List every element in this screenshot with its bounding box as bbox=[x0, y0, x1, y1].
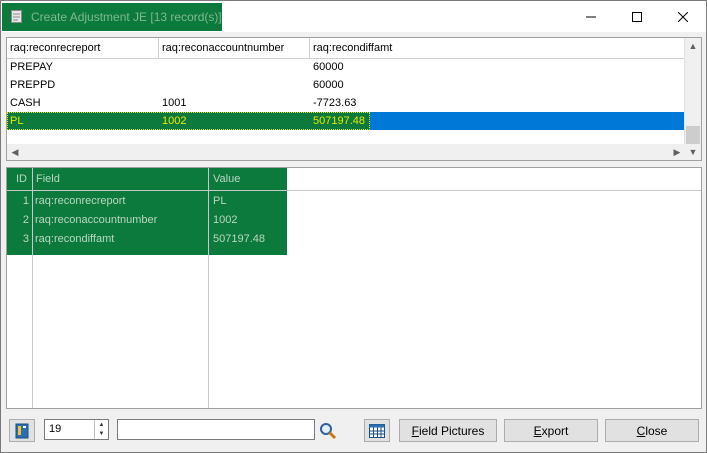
table-row[interactable]: 2 raq:reconaccountnumber 1002 bbox=[7, 211, 287, 230]
table-row-selected[interactable]: PL 1002 507197.48 bbox=[7, 112, 685, 130]
cell: 60000 bbox=[313, 79, 344, 91]
cell: raq:recondiffamt bbox=[35, 233, 115, 245]
cell: -7723.63 bbox=[313, 97, 357, 109]
column-header[interactable]: ID bbox=[13, 168, 27, 190]
field-pictures-button[interactable]: Field Pictures bbox=[399, 419, 497, 442]
search-icon bbox=[320, 422, 337, 439]
document-icon bbox=[11, 10, 22, 23]
column-header[interactable]: raq:reconaccountnumber bbox=[159, 38, 310, 58]
calendar-grid-icon bbox=[369, 423, 385, 438]
scroll-thumb[interactable] bbox=[686, 126, 700, 144]
export-label-rest: xport bbox=[541, 423, 569, 438]
window-title: Create Adjustment JE [13 record(s)] bbox=[31, 10, 222, 24]
grid-button[interactable] bbox=[364, 419, 390, 442]
bookmark-button[interactable] bbox=[9, 419, 35, 442]
cell: 2 bbox=[22, 214, 29, 226]
quantity-stepper[interactable]: 19 ▲ ▼ bbox=[44, 419, 109, 440]
search-input[interactable] bbox=[117, 419, 315, 440]
window: Create Adjustment JE [13 record(s)] raq:… bbox=[0, 0, 707, 453]
cell: raq:reconaccountnumber bbox=[35, 214, 158, 226]
vertical-scrollbar[interactable]: ▲ ▼ bbox=[684, 38, 701, 160]
chevron-up-icon[interactable]: ▲ bbox=[95, 420, 108, 429]
cell: PREPPD bbox=[10, 79, 56, 91]
cell bbox=[159, 58, 310, 76]
cell: raq:reconrecreport bbox=[35, 195, 126, 207]
close-button[interactable]: Close bbox=[605, 419, 699, 442]
table-row[interactable]: CASH 1001 -7723.63 bbox=[7, 94, 685, 112]
field-pictures-label-rest: ield Pictures bbox=[418, 423, 485, 438]
scroll-down-icon[interactable]: ▼ bbox=[685, 144, 701, 160]
cell: 3 bbox=[22, 233, 29, 245]
column-header[interactable]: Field bbox=[33, 168, 60, 190]
cell: PL bbox=[10, 115, 24, 127]
export-button[interactable]: Export bbox=[504, 419, 598, 442]
close-label: Close bbox=[636, 423, 668, 438]
detail-grid[interactable]: ID Field Value 1 raq:reconrecreport PL 2… bbox=[6, 167, 702, 409]
scroll-left-icon[interactable]: ◀ bbox=[7, 144, 23, 160]
chevron-down-icon[interactable]: ▼ bbox=[95, 429, 108, 438]
records-grid-header: raq:reconrecreport raq:reconaccountnumbe… bbox=[7, 38, 685, 59]
cell: 1 bbox=[22, 195, 29, 207]
records-grid[interactable]: raq:reconrecreport raq:reconaccountnumbe… bbox=[6, 37, 702, 161]
cell bbox=[159, 76, 310, 94]
table-row[interactable]: 3 raq:recondiffamt 507197.48 bbox=[7, 230, 287, 249]
scroll-right-icon[interactable]: ▶ bbox=[669, 144, 685, 160]
scroll-up-icon[interactable]: ▲ bbox=[685, 38, 701, 54]
cell: 507197.48 bbox=[313, 115, 365, 127]
cell: PL bbox=[213, 195, 227, 207]
stepper-arrows[interactable]: ▲ ▼ bbox=[94, 420, 108, 439]
scroll-thumb[interactable] bbox=[24, 145, 668, 159]
stepper-value: 19 bbox=[49, 423, 62, 435]
close-window-button[interactable] bbox=[660, 1, 706, 32]
cell: 1002 bbox=[162, 115, 187, 127]
cell: 1002 bbox=[213, 214, 238, 226]
cell: PREPAY bbox=[10, 61, 53, 73]
detail-grid-header: ID Field Value bbox=[7, 168, 701, 191]
field-pictures-label: Field Pictures bbox=[411, 423, 485, 438]
cell: 1001 bbox=[162, 97, 187, 109]
cell: CASH bbox=[10, 97, 41, 109]
minimize-button[interactable] bbox=[568, 1, 614, 32]
maximize-icon bbox=[632, 11, 642, 22]
horizontal-scrollbar[interactable]: ◀ ▶ bbox=[7, 144, 685, 160]
column-header[interactable]: raq:recondiffamt bbox=[310, 38, 685, 58]
search-button[interactable] bbox=[316, 419, 340, 442]
table-row[interactable]: 1 raq:reconrecreport PL bbox=[7, 192, 287, 211]
close-icon bbox=[678, 11, 688, 22]
table-row[interactable]: PREPAY 60000 bbox=[7, 58, 685, 76]
export-label: Export bbox=[533, 423, 569, 438]
splitter[interactable] bbox=[6, 161, 701, 165]
bookmark-icon bbox=[15, 423, 29, 438]
cell: 507197.48 bbox=[213, 233, 265, 245]
column-header[interactable]: Value bbox=[210, 168, 240, 190]
table-row[interactable]: PREPPD 60000 bbox=[7, 76, 685, 94]
maximize-button[interactable] bbox=[614, 1, 660, 32]
title-bar[interactable]: Create Adjustment JE [13 record(s)] bbox=[1, 1, 706, 32]
minimize-icon bbox=[586, 16, 596, 17]
close-label-rest: lose bbox=[645, 423, 668, 438]
column-header[interactable]: raq:reconrecreport bbox=[7, 38, 159, 58]
cell: 60000 bbox=[313, 61, 344, 73]
